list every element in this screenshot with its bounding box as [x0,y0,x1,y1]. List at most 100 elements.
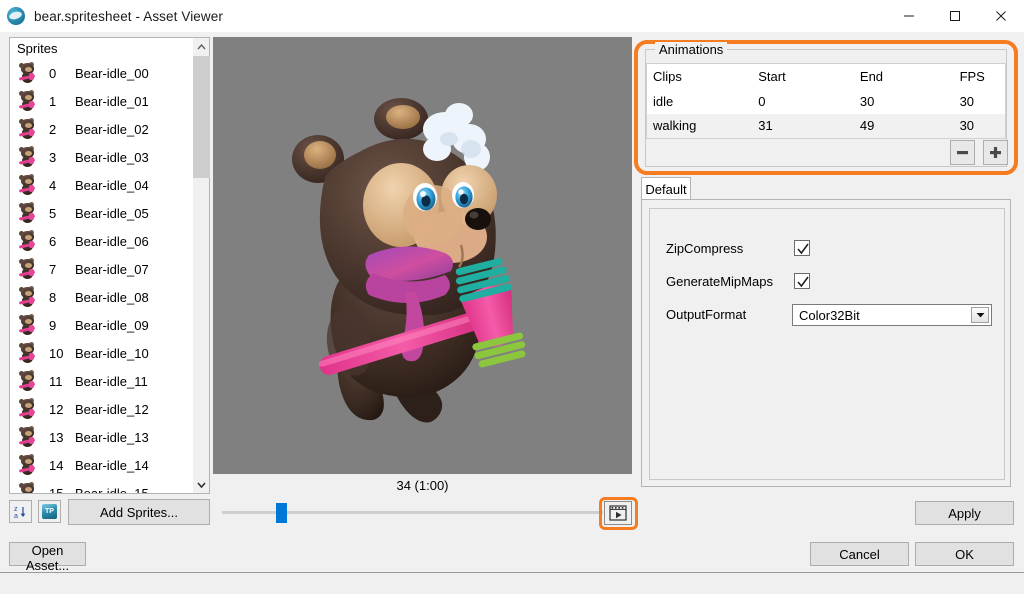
animation-row[interactable]: walking 31 49 30 [646,113,1006,139]
tab-default[interactable]: Default [641,177,691,200]
animations-table[interactable]: Clips Start End FPS idle 0 30 30 walking 31 49… [646,63,1006,139]
sprite-list-panel: Sprites 0 Bear-idle_00 1 Bear-idle_01 2 Bear-… [9,37,210,494]
sprite-thumbnail-icon [18,454,37,476]
sprite-list-item[interactable]: 9 Bear-idle_09 [10,311,192,339]
minus-icon [957,151,968,155]
sprite-thumbnail-icon [18,370,37,392]
sprite-list-item[interactable]: 6 Bear-idle_06 [10,227,192,255]
sprite-name: Bear-idle_00 [75,65,149,81]
sprite-name: Bear-idle_07 [75,261,149,277]
sprite-name: Bear-idle_09 [75,317,149,333]
frame-counter-label: 34 (1:00) [396,478,449,493]
sprite-thumbnail-icon [18,230,37,252]
film-play-icon [609,505,627,521]
sprite-thumbnail-icon [18,314,37,336]
play-animation-button[interactable] [604,501,632,525]
remove-animation-button[interactable] [950,140,975,165]
sprite-thumbnail-icon [18,174,37,196]
sprite-list-scrollbar[interactable] [192,38,210,493]
scroll-up-icon[interactable] [193,38,210,55]
sprite-list-item[interactable]: 11 Bear-idle_11 [10,367,192,395]
sprite-index: 10 [49,345,64,361]
close-icon[interactable] [978,0,1024,32]
sprite-list-item[interactable]: 2 Bear-idle_02 [10,115,192,143]
animation-clip-name: idle [653,93,674,109]
animation-clip-name: walking [653,118,697,134]
title-bar: bear.spritesheet - Asset Viewer [0,0,1024,32]
sprite-index: 1 [49,93,57,109]
sprite-list-header: Sprites [17,41,58,56]
sprite-thumbnail-icon [18,146,37,168]
sprite-thumbnail-icon [18,286,37,308]
sprite-name: Bear-idle_12 [75,401,149,417]
setting-row-outputformat: OutputFormat Color32Bit [650,304,1006,328]
generatemipmaps-label: GenerateMipMaps [666,274,773,289]
sprite-list-item[interactable]: 10 Bear-idle_10 [10,339,192,367]
sprite-list-item[interactable]: 15 Bear-idle_15 [10,479,192,493]
plus-icon [990,147,1001,158]
animation-fps: 30 [959,118,975,134]
sprite-name: Bear-idle_10 [75,345,149,361]
sprite-index: 4 [49,177,57,193]
add-sprites-button[interactable]: Add Sprites... [68,499,210,525]
animation-fps: 30 [959,93,975,109]
animation-row[interactable]: idle 0 30 30 [646,88,1006,114]
sprite-index: 9 [49,317,57,333]
add-animation-button[interactable] [983,140,1008,165]
sprite-list[interactable]: Sprites 0 Bear-idle_00 1 Bear-idle_01 2 Bear-… [10,38,192,493]
sprite-index: 5 [49,205,57,221]
apply-button[interactable]: Apply [915,501,1014,525]
texture-packer-cube-icon: TP [42,504,57,519]
zipcompress-checkbox[interactable] [794,240,810,256]
sprite-index: 15 [49,485,64,494]
sprite-index: 11 [49,373,63,389]
sprite-list-item[interactable]: 14 Bear-idle_14 [10,451,192,479]
sprite-list-item[interactable]: 12 Bear-idle_12 [10,395,192,423]
column-header-clips: Clips [653,68,682,84]
sprite-thumbnail-icon [18,202,37,224]
texture-packer-button[interactable]: TP [38,500,61,523]
sprite-thumbnail-icon [18,62,37,84]
sprite-list-item[interactable]: 13 Bear-idle_13 [10,423,192,451]
scrollbar-thumb[interactable] [193,56,210,178]
open-asset-button[interactable]: Open Asset... [9,542,86,573]
status-bar [0,572,1024,594]
sprite-thumbnail-icon [18,90,37,112]
sprite-preview-canvas[interactable] [213,37,632,474]
sprite-index: 8 [49,289,57,305]
column-header-fps: FPS [959,68,985,84]
column-header-start: Start [758,68,786,84]
app-globe-icon [7,7,25,25]
sprite-index: 3 [49,149,57,165]
outputformat-dropdown[interactable]: Color32Bit [792,304,992,326]
animations-table-body: idle 0 30 30 walking 31 49 30 [646,88,1006,139]
sprite-index: 2 [49,121,57,137]
animation-start-frame: 0 [758,93,766,109]
chevron-down-icon[interactable] [971,307,989,323]
checkmark-icon [797,243,809,255]
timeline-slider-thumb[interactable] [276,503,287,523]
sprite-list-item[interactable]: 7 Bear-idle_07 [10,255,192,283]
scroll-down-icon[interactable] [193,476,210,493]
sprite-list-item[interactable]: 5 Bear-idle_05 [10,199,192,227]
sprite-name: Bear-idle_05 [75,205,149,221]
sprite-index: 14 [49,457,64,473]
animations-table-header-row: Clips Start End FPS [646,63,1006,89]
sprite-index: 6 [49,233,57,249]
minimize-icon[interactable] [886,0,932,32]
generatemipmaps-checkbox[interactable] [794,273,810,289]
cancel-button[interactable]: Cancel [810,542,909,566]
sprite-list-item[interactable]: 3 Bear-idle_03 [10,143,192,171]
sprite-thumbnail-icon [18,482,37,493]
sort-sprites-button[interactable]: z a [9,500,32,523]
sprite-list-item[interactable]: 8 Bear-idle_08 [10,283,192,311]
sprite-thumbnail-icon [18,258,37,280]
maximize-icon[interactable] [932,0,978,32]
sprite-index: 12 [49,401,64,417]
sprite-list-item[interactable]: 1 Bear-idle_01 [10,87,192,115]
sprite-rows-container: 0 Bear-idle_00 1 Bear-idle_01 2 Bear-idle_02 3… [10,59,192,493]
sprite-list-item[interactable]: 4 Bear-idle_04 [10,171,192,199]
ok-button[interactable]: OK [915,542,1014,566]
window-title: bear.spritesheet - Asset Viewer [34,8,223,24]
sprite-list-item[interactable]: 0 Bear-idle_00 [10,59,192,87]
